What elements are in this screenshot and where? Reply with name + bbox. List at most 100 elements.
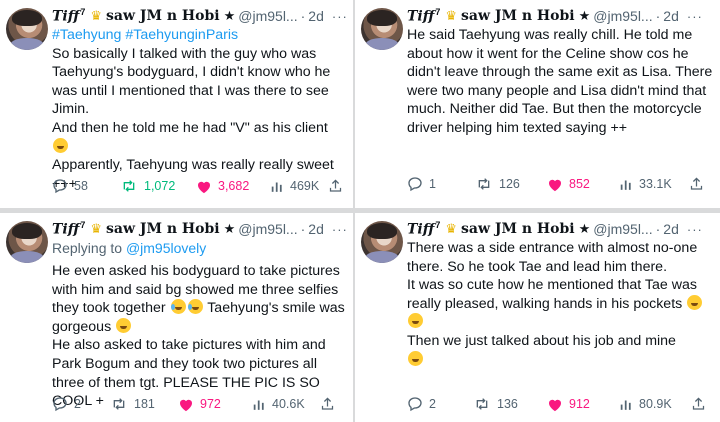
tweet-paragraph: Then we just talked about his job and mi… [407, 332, 676, 349]
retweet-button[interactable]: 126 [475, 176, 547, 192]
avatar[interactable] [361, 221, 403, 263]
author-name[interactable]: saw JM n Hobi [461, 8, 575, 24]
tweet-time[interactable]: 2d [663, 8, 679, 24]
crown-emoji-icon: ♛ [90, 8, 102, 23]
author-display-name[interactable]: Tiff7 [407, 220, 440, 238]
tweet-header: Tiff7 ♛ saw JM n Hobi ★ @jm95l... · 2d ·… [52, 220, 348, 238]
star-icon: ★ [578, 8, 591, 23]
star-icon: ★ [578, 221, 591, 236]
reply-button[interactable]: 2 [407, 396, 473, 412]
tweet-actions: 1 126 852 33.1K [407, 176, 714, 192]
views-icon [620, 180, 631, 190]
views-icon [271, 182, 282, 192]
reply-icon [408, 177, 422, 192]
more-icon[interactable]: ··· [332, 222, 348, 237]
tweet-paragraph: So basically I talked with the guy who w… [52, 45, 331, 118]
author-name[interactable]: saw JM n Hobi [106, 221, 220, 237]
tweet-time[interactable]: 2d [308, 8, 324, 24]
more-icon[interactable]: ··· [687, 222, 703, 237]
reply-button[interactable]: 58 [52, 178, 120, 194]
more-icon[interactable]: ··· [332, 9, 348, 24]
reply-handle-link[interactable]: @jm95lovely [126, 240, 206, 256]
tweet-actions: 2 181 972 40.6K [52, 396, 347, 412]
author-handle[interactable]: @jm95l... [238, 8, 297, 24]
author-name[interactable]: saw JM n Hobi [106, 8, 220, 24]
views-button[interactable]: 33.1K [619, 177, 689, 191]
reply-button[interactable]: 2 [52, 396, 110, 412]
like-button[interactable]: 852 [547, 177, 619, 192]
hashtags[interactable]: #Taehyung #TaehyunginParis [52, 26, 349, 45]
share-icon [690, 177, 703, 190]
reply-icon [53, 179, 67, 194]
grinning-sweat-emoji-icon [53, 137, 68, 153]
retweet-icon [113, 398, 125, 410]
tweet-paragraph: And then he told me he had "V" as his cl… [52, 119, 328, 136]
share-icon [692, 397, 705, 410]
views-icon [253, 400, 264, 410]
grinning-sweat-emoji-icon [116, 317, 132, 333]
crown-emoji-icon: ♛ [445, 8, 457, 23]
like-button[interactable]: 912 [547, 397, 619, 412]
like-button[interactable]: 972 [178, 397, 252, 412]
share-button[interactable] [320, 396, 335, 412]
author-display-name[interactable]: Tiff7 [52, 7, 85, 25]
tweet-paragraph: There was a side entrance with almost no… [407, 240, 698, 275]
tweet-text: There was a side entrance with almost no… [407, 239, 716, 369]
tweet-header: Tiff7 ♛ saw JM n Hobi ★ @jm95l... · 2d ·… [407, 220, 703, 238]
share-icon [321, 397, 334, 410]
like-icon [549, 399, 561, 411]
avatar[interactable] [6, 8, 48, 50]
grinning-sweat-emoji-icon [408, 313, 423, 329]
tweet-text: He said Taehyung was really chill. He to… [407, 26, 716, 138]
retweet-icon [123, 180, 135, 192]
views-button[interactable]: 80.9K [619, 397, 691, 411]
author-handle[interactable]: @jm95l... [593, 8, 652, 24]
tweet-card[interactable]: Tiff7 ♛ saw JM n Hobi ★ @jm95l... · 2d ·… [355, 213, 720, 422]
crying-laughing-emoji-icon [170, 299, 186, 315]
star-icon: ★ [223, 8, 236, 23]
share-icon [329, 179, 342, 192]
like-icon [549, 179, 561, 191]
tweet-header: Tiff7 ♛ saw JM n Hobi ★ @jm95l... · 2d ·… [407, 7, 703, 25]
retweet-button[interactable]: 1,072 [120, 178, 196, 194]
tweet-time[interactable]: 2d [308, 221, 324, 237]
like-icon [180, 399, 192, 411]
retweet-button[interactable]: 136 [473, 396, 547, 412]
replying-to: Replying to @jm95lovely [52, 240, 207, 256]
tweet-card[interactable]: Tiff7 ♛ saw JM n Hobi ★ @jm95l... · 2d ·… [0, 0, 353, 208]
tweet-header: Tiff7 ♛ saw JM n Hobi ★ @jm95l... · 2d ·… [52, 7, 348, 25]
tweet-actions: 2 136 912 80.9K [407, 396, 714, 412]
tweet-actions: 58 1,072 3,682 469K [52, 178, 347, 194]
crown-emoji-icon: ♛ [90, 221, 102, 236]
author-display-name[interactable]: Tiff7 [52, 220, 85, 238]
retweet-button[interactable]: 181 [110, 396, 178, 412]
views-button[interactable]: 40.6K [252, 397, 320, 411]
author-name[interactable]: saw JM n Hobi [461, 221, 575, 237]
like-button[interactable]: 3,682 [196, 179, 270, 194]
crying-laughing-emoji-icon [187, 299, 203, 315]
grinning-sweat-emoji-icon [687, 294, 703, 310]
avatar[interactable] [361, 8, 403, 50]
grinning-emoji-icon [408, 350, 423, 366]
tweet-card[interactable]: Tiff7 ♛ saw JM n Hobi ★ @jm95l... · 2d ·… [355, 0, 720, 208]
tweet-paragraph: It was so cute how he mentioned that Tae… [407, 277, 697, 312]
share-button[interactable] [691, 396, 706, 412]
author-handle[interactable]: @jm95l... [593, 221, 652, 237]
tweet-card[interactable]: Tiff7 ♛ saw JM n Hobi ★ @jm95l... · 2d ·… [0, 213, 353, 422]
avatar[interactable] [6, 221, 48, 263]
crown-emoji-icon: ♛ [445, 221, 457, 236]
more-icon[interactable]: ··· [687, 9, 703, 24]
reply-icon [408, 397, 422, 412]
views-button[interactable]: 469K [270, 179, 328, 193]
retweet-icon [478, 178, 490, 190]
author-handle[interactable]: @jm95l... [238, 221, 297, 237]
tweet-paragraph: He said Taehyung was really chill. He to… [407, 27, 713, 136]
author-display-name[interactable]: Tiff7 [407, 7, 440, 25]
share-button[interactable] [328, 178, 343, 194]
views-icon [620, 400, 631, 410]
tweet-time[interactable]: 2d [663, 221, 679, 237]
tweet-text: He even asked his bodyguard to take pict… [52, 262, 349, 411]
like-icon [198, 181, 210, 193]
share-button[interactable] [689, 176, 704, 192]
reply-button[interactable]: 1 [407, 176, 475, 192]
